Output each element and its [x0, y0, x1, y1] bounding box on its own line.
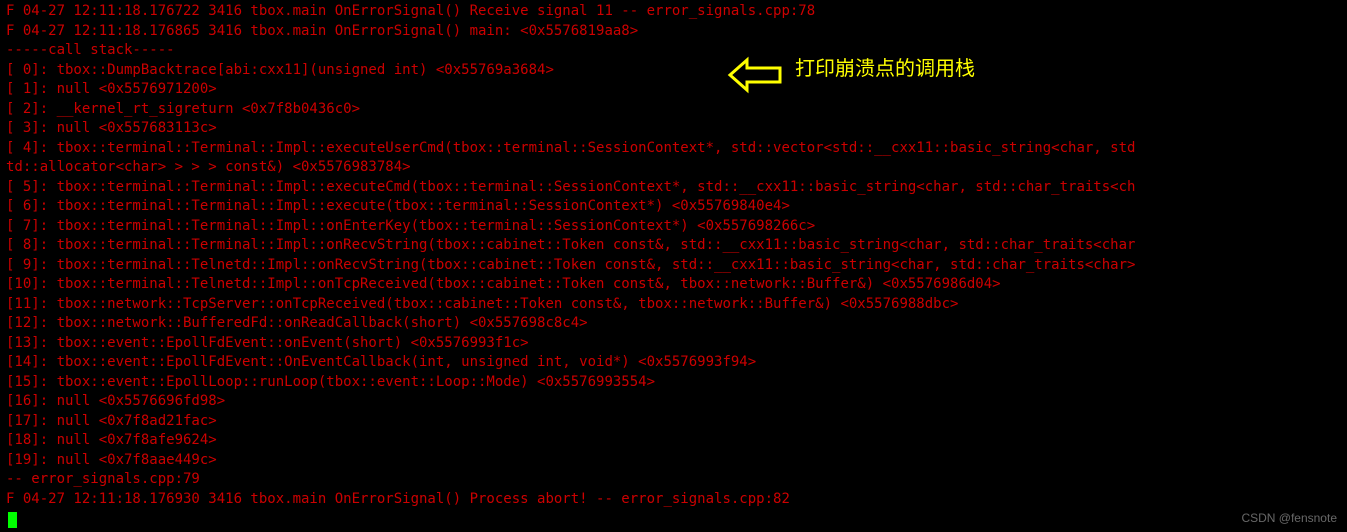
log-line: [11]: tbox::network::TcpServer::onTcpRec… [6, 295, 1341, 315]
log-line: [10]: tbox::terminal::Telnetd::Impl::onT… [6, 275, 1341, 295]
log-line: [ 8]: tbox::terminal::Terminal::Impl::on… [6, 236, 1341, 256]
terminal-output[interactable]: F 04-27 12:11:18.176722 3416 tbox.main O… [0, 0, 1347, 511]
log-line: [ 4]: tbox::terminal::Terminal::Impl::ex… [6, 139, 1341, 159]
log-line: [19]: null <0x7f8aae449c> [6, 451, 1341, 471]
watermark-text: CSDN @fensnote [1241, 509, 1337, 529]
log-line: [ 1]: null <0x5576971200> [6, 80, 1341, 100]
log-line: [ 9]: tbox::terminal::Telnetd::Impl::onR… [6, 256, 1341, 276]
log-line: [14]: tbox::event::EpollFdEvent::OnEvent… [6, 353, 1341, 373]
log-line: [13]: tbox::event::EpollFdEvent::onEvent… [6, 334, 1341, 354]
log-line: [ 3]: null <0x557683113c> [6, 119, 1341, 139]
log-line: [ 5]: tbox::terminal::Terminal::Impl::ex… [6, 178, 1341, 198]
log-line: [17]: null <0x7f8ad21fac> [6, 412, 1341, 432]
log-line: [15]: tbox::event::EpollLoop::runLoop(tb… [6, 373, 1341, 393]
log-line: [ 2]: __kernel_rt_sigreturn <0x7f8b0436c… [6, 100, 1341, 120]
log-line: -----call stack----- [6, 41, 1341, 61]
log-line: [12]: tbox::network::BufferedFd::onReadC… [6, 314, 1341, 334]
log-line: [ 6]: tbox::terminal::Terminal::Impl::ex… [6, 197, 1341, 217]
log-line: F 04-27 12:11:18.176722 3416 tbox.main O… [6, 2, 1341, 22]
log-line: td::allocator<char> > > > const&) <0x557… [6, 158, 1341, 178]
log-line: [16]: null <0x5576696fd98> [6, 392, 1341, 412]
log-line: [18]: null <0x7f8afe9624> [6, 431, 1341, 451]
log-line: [ 0]: tbox::DumpBacktrace[abi:cxx11](uns… [6, 61, 1341, 81]
prompt-line [6, 511, 17, 531]
log-line: [ 7]: tbox::terminal::Terminal::Impl::on… [6, 217, 1341, 237]
cursor-icon [8, 512, 17, 528]
log-line: F 04-27 12:11:18.176865 3416 tbox.main O… [6, 22, 1341, 42]
log-line: F 04-27 12:11:18.176930 3416 tbox.main O… [6, 490, 1341, 510]
log-line: -- error_signals.cpp:79 [6, 470, 1341, 490]
